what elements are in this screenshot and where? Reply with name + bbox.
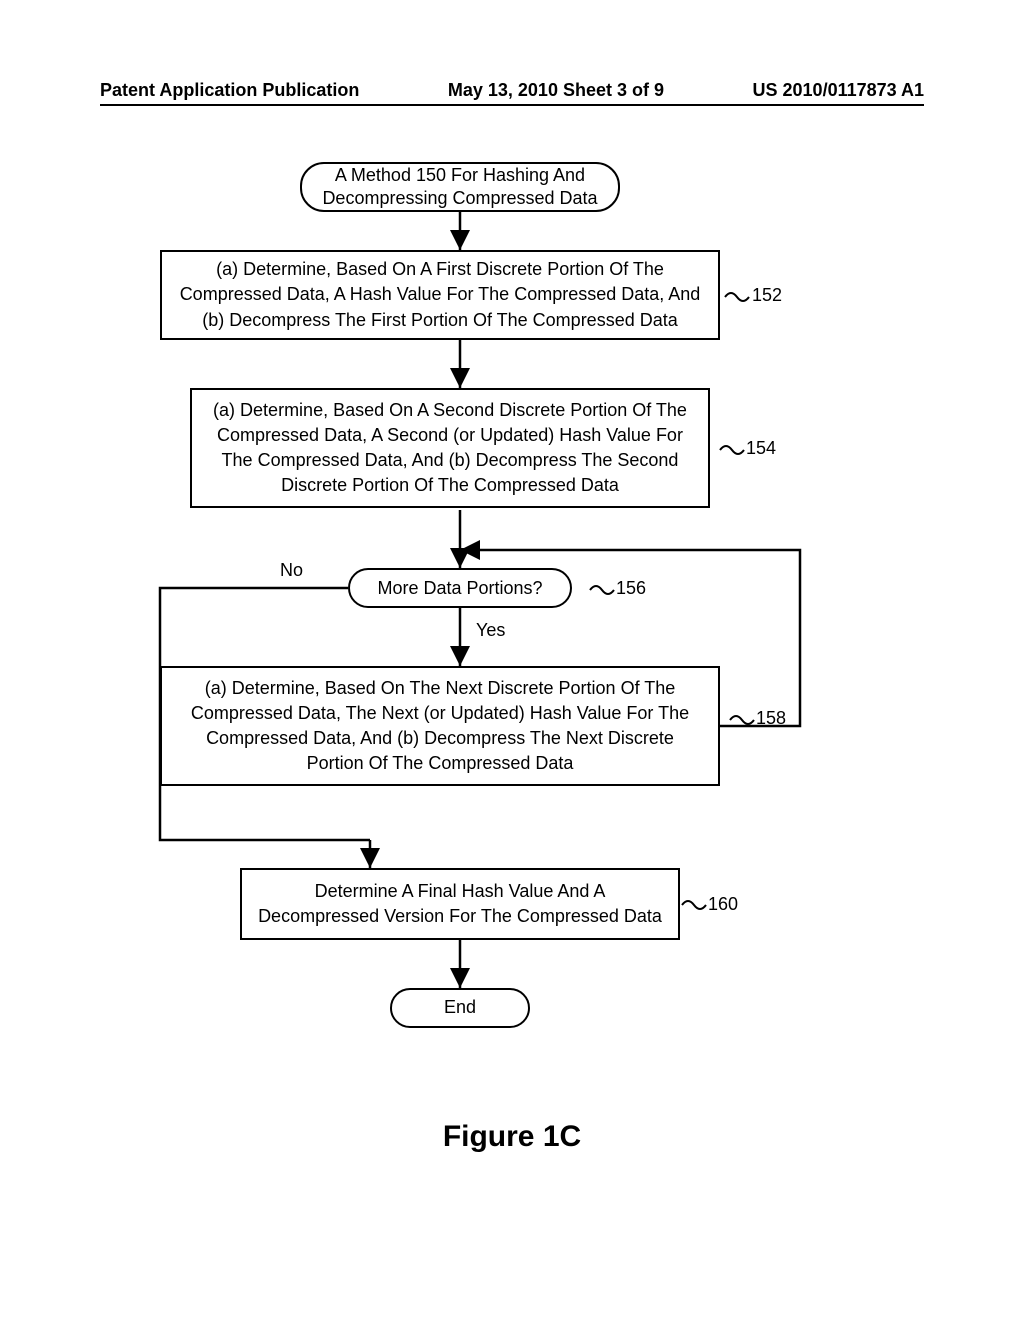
ref-160: 160 <box>708 894 738 915</box>
ref-158: 158 <box>756 708 786 729</box>
header-center: May 13, 2010 Sheet 3 of 9 <box>448 80 664 101</box>
flow-decision-156: More Data Portions? <box>348 568 572 608</box>
edge-label-no: No <box>280 560 303 581</box>
flow-step-160-text: Determine A Final Hash Value And A Decom… <box>256 879 664 929</box>
flow-step-158-text: (a) Determine, Based On The Next Discret… <box>176 676 704 777</box>
flow-step-154: (a) Determine, Based On A Second Discret… <box>190 388 710 508</box>
flow-step-152-text: (a) Determine, Based On A First Discrete… <box>176 257 704 333</box>
flow-decision-156-text: More Data Portions? <box>377 578 542 599</box>
flow-start-text: A Method 150 For Hashing And Decompressi… <box>320 164 600 211</box>
ref-156: 156 <box>616 578 646 599</box>
ref-154: 154 <box>746 438 776 459</box>
flow-start: A Method 150 For Hashing And Decompressi… <box>300 162 620 212</box>
header-right: US 2010/0117873 A1 <box>753 80 924 101</box>
page-header: Patent Application Publication May 13, 2… <box>100 80 924 101</box>
edge-label-yes: Yes <box>476 620 505 641</box>
flow-end-text: End <box>444 996 476 1019</box>
flow-step-154-text: (a) Determine, Based On A Second Discret… <box>206 398 694 499</box>
flow-step-160: Determine A Final Hash Value And A Decom… <box>240 868 680 940</box>
ref-152: 152 <box>752 285 782 306</box>
flowchart: A Method 150 For Hashing And Decompressi… <box>100 150 924 1150</box>
flow-step-152: (a) Determine, Based On A First Discrete… <box>160 250 720 340</box>
flow-end: End <box>390 988 530 1028</box>
flow-step-158: (a) Determine, Based On The Next Discret… <box>160 666 720 786</box>
header-rule <box>100 104 924 106</box>
header-left: Patent Application Publication <box>100 80 359 101</box>
figure-label: Figure 1C <box>0 1120 1024 1154</box>
